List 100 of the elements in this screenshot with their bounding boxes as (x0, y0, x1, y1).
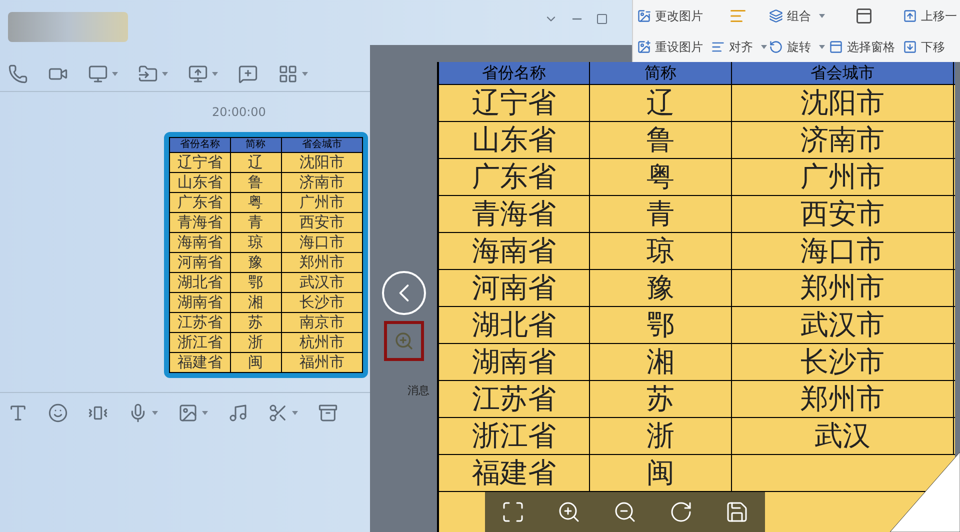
caret-icon (761, 44, 767, 48)
table-cell: 苏 (230, 313, 282, 332)
table-cell: 湘 (230, 293, 282, 312)
caret-icon (202, 410, 208, 414)
ribbon-button[interactable]: 下移 (903, 38, 957, 56)
ribbon-button[interactable]: 上移一 (903, 6, 957, 24)
music-icon[interactable] (228, 402, 248, 422)
table-cell: 粤 (230, 193, 282, 212)
zoom-button[interactable] (384, 321, 424, 361)
table-cell: 辽 (230, 153, 282, 172)
table-cell: 辽宁省 (170, 153, 231, 172)
fit-screen-icon[interactable] (501, 500, 525, 524)
ribbon-button[interactable]: 对齐 (711, 38, 765, 56)
column-header: 省会城市 (300, 138, 343, 152)
table-cell: 广东省 (170, 193, 231, 212)
picture-plus-icon (637, 40, 651, 54)
panel-icon (829, 40, 843, 54)
font-icon[interactable] (8, 402, 28, 422)
caret-icon (302, 72, 308, 76)
table-cell: 琼 (590, 233, 732, 269)
table-cell: 江苏省 (439, 381, 590, 417)
table-cell-text: 西安市 (298, 213, 346, 232)
caret-icon (112, 72, 118, 76)
smiley-icon[interactable] (48, 402, 68, 422)
monitor-icon (88, 64, 108, 84)
table-cell: 海口市 (732, 233, 954, 269)
scissors-icon (268, 402, 288, 422)
table-cell: 青 (230, 213, 282, 232)
table-cell: 山东省 (170, 173, 231, 192)
arrow-up-icon (903, 8, 917, 22)
rotate-icon[interactable] (669, 500, 693, 524)
zoom-in-icon[interactable] (557, 500, 581, 524)
table-cell: 海南省 (170, 233, 231, 252)
previous-button[interactable] (382, 271, 426, 315)
table-cell: 海南省 (439, 233, 590, 269)
column-header: 省份名称 (439, 62, 590, 84)
window-icon[interactable] (855, 6, 873, 24)
table-cell-text: 福州市 (298, 353, 346, 372)
column-header: 省份名称 (170, 138, 231, 152)
table-cell: 湘 (590, 344, 732, 380)
zoom-out-icon[interactable] (613, 500, 637, 524)
table-cell: 福建省 (170, 353, 231, 372)
column-header: 简称 (230, 138, 282, 152)
table-cell: 辽宁省 (439, 85, 590, 121)
table-cell-text: 广州市 (298, 193, 346, 212)
image-icon (178, 402, 198, 422)
ribbon-button[interactable]: 旋转 (769, 38, 825, 56)
table-cell: 浙 (230, 333, 282, 352)
zoom-in-icon (394, 331, 414, 351)
table-cell: 福建省 (439, 455, 590, 491)
ribbon-button[interactable]: 选择窗格 (829, 38, 899, 56)
message-timestamp: 20:00:00 (212, 104, 266, 121)
maximize-icon[interactable] (596, 13, 608, 25)
table-cell: 广东省 (439, 159, 590, 195)
table-cell: 闽 (230, 353, 282, 372)
caret-icon (819, 44, 825, 48)
ribbon-button[interactable]: 更改图片 (637, 6, 707, 24)
save-icon[interactable] (725, 500, 749, 524)
table-cell: 武汉市 (732, 307, 954, 343)
caret-icon (819, 14, 825, 18)
caret-icon (152, 410, 158, 414)
table-cell: 青海省 (170, 213, 231, 232)
table-cell-text: 长沙市 (298, 293, 346, 312)
table-cell: 粤 (590, 159, 732, 195)
table-cell: 鲁 (230, 173, 282, 192)
table-cell: 郑州市 (732, 381, 954, 417)
table-cell: 沈阳市 (732, 85, 954, 121)
table-cell-text: 杭州市 (298, 333, 346, 352)
archive-icon[interactable] (318, 402, 338, 422)
table-cell: 武汉 (732, 418, 954, 454)
table-cell: 湖北省 (439, 307, 590, 343)
caret-icon (212, 72, 218, 76)
chat-plus-icon[interactable] (238, 64, 258, 84)
table-cell-text: 沈阳市 (298, 153, 346, 172)
table-cell: 河南省 (439, 270, 590, 306)
table-cell: 鲁 (590, 122, 732, 158)
ribbon-button[interactable]: 重设图片 (637, 38, 707, 56)
grid-icon (278, 64, 298, 84)
ribbon-button[interactable]: 组合 (769, 6, 825, 24)
caret-icon (162, 72, 168, 76)
layers-icon (769, 8, 783, 22)
table-cell: 闽 (590, 455, 732, 491)
phone-icon[interactable] (8, 64, 28, 84)
table-cell: 郑州市 (732, 270, 954, 306)
table-cell: 鄂 (230, 273, 282, 292)
table-cell: 西安市 (732, 196, 954, 232)
table-cell: 湖北省 (170, 273, 231, 292)
column-header: 省会城市 (732, 62, 954, 84)
folder-arrow-icon (138, 64, 158, 84)
table-cell: 长沙市 (732, 344, 954, 380)
table-cell: 鄂 (590, 307, 732, 343)
table-cell: 江苏省 (170, 313, 231, 332)
table-cell: 青 (590, 196, 732, 232)
table-cell: 济南市 (732, 122, 954, 158)
side-label: 消息 (408, 383, 430, 399)
table-cell: 广州市 (732, 159, 954, 195)
table-cell: 豫 (590, 270, 732, 306)
table-cell: 浙 (590, 418, 732, 454)
table-cell: 湖南省 (170, 293, 231, 312)
table-cell: 辽 (590, 85, 732, 121)
